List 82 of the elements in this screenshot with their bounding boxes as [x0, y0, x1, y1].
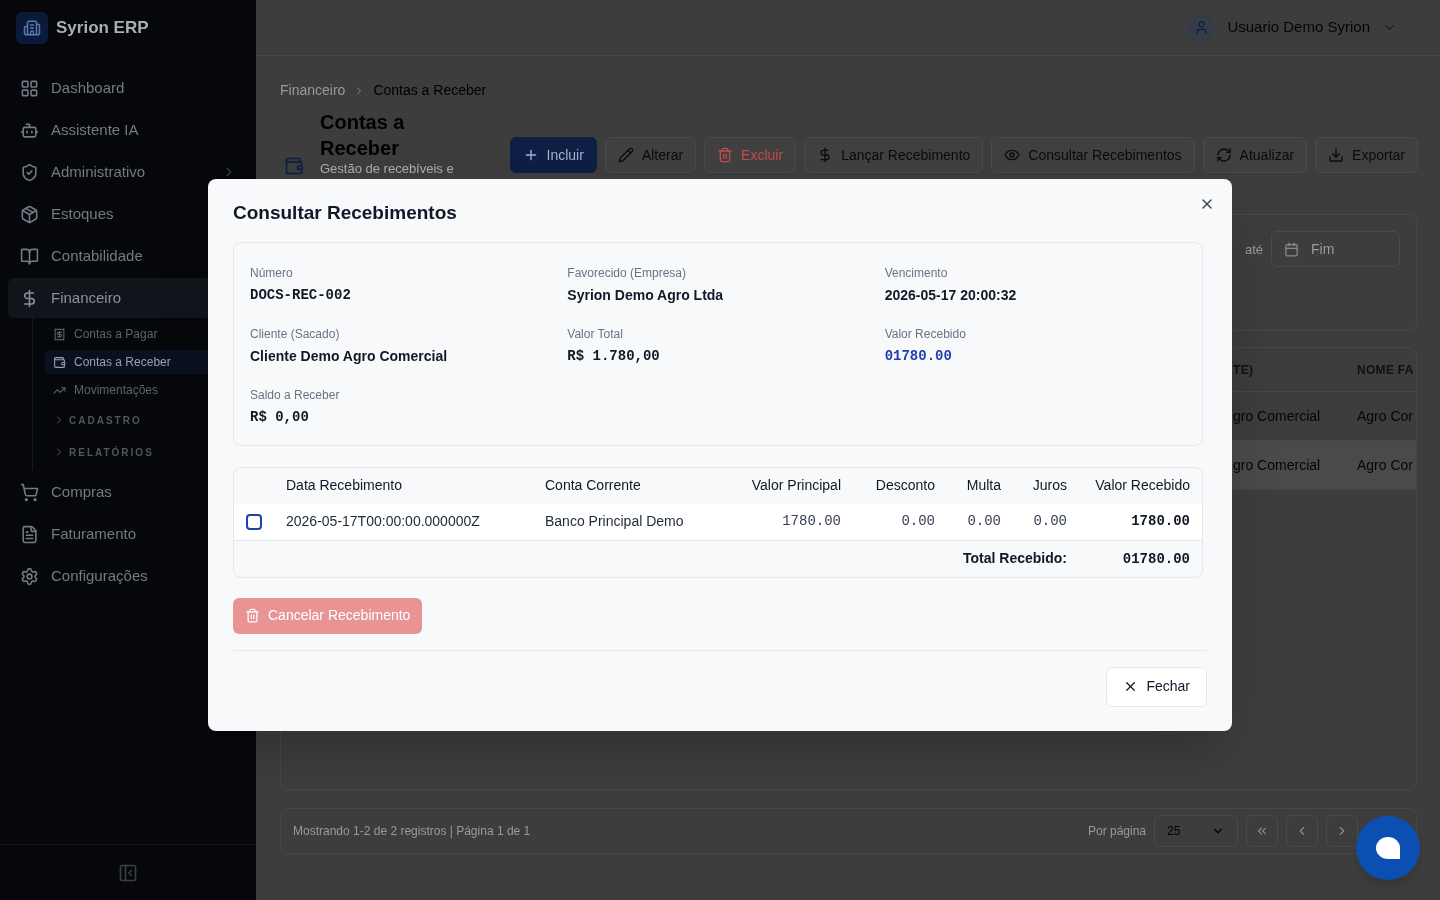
- field-label: Vencimento: [884, 264, 949, 282]
- total-label: Total Recebido:: [963, 550, 1067, 567]
- field-label: Número: [250, 264, 294, 282]
- column-header: Desconto: [841, 467, 935, 504]
- field-value: 01780.00: [884, 346, 953, 366]
- nav-subitem[interactable]: Contas a Pagar: [45, 322, 248, 346]
- first-page-button[interactable]: [1246, 815, 1278, 847]
- table-cell: 0.00: [1001, 503, 1067, 541]
- field-value: Cliente Demo Agro Comercial: [250, 346, 449, 366]
- field-label: Valor Recebido: [884, 325, 967, 343]
- cart-icon: [20, 482, 39, 502]
- breadcrumb-item: Contas a Receber: [373, 81, 487, 100]
- table-cell: 1780.00: [1067, 503, 1202, 541]
- column-header: Multa: [935, 467, 1001, 504]
- chat-bubble-icon: [1376, 837, 1400, 859]
- field-value: Syrion Demo Agro Ltda: [567, 285, 725, 305]
- settings-icon: [20, 566, 39, 586]
- wallet-icon: [284, 156, 304, 176]
- total-value: 01780.00: [1122, 550, 1190, 567]
- trash-icon: [245, 608, 260, 623]
- breadcrumb-item[interactable]: Financeiro: [280, 80, 346, 101]
- per-page-label: Por página: [1087, 823, 1146, 840]
- toolbar-button[interactable]: Incluir: [509, 137, 597, 173]
- page-title: Contas a Receber: [320, 110, 406, 161]
- field-value: R$ 1.780,00: [567, 346, 661, 366]
- table-cell-text: gro Comercial: [1233, 455, 1322, 475]
- table-cell: 0.00: [935, 503, 1001, 541]
- nav-item[interactable]: Administrativo: [8, 152, 248, 192]
- document-icon: [20, 524, 39, 544]
- field-value: DOCS-REC-002: [250, 285, 352, 305]
- field-value: 2026-05-17 20:00:32: [884, 285, 1018, 305]
- user-avatar-icon: [1187, 13, 1216, 42]
- receipt-row[interactable]: 2026-05-17T00:00:00.000000Z Banco Principal Demo 1780.00 0.00 0.00 0.00 1780.00: [234, 503, 1202, 541]
- range-separator: até: [1244, 241, 1263, 259]
- field-label: Valor Total: [567, 325, 624, 343]
- previous-page-button[interactable]: [1286, 815, 1318, 847]
- column-header: Juros: [1001, 467, 1067, 504]
- table-cell-text: Agro Cor: [1357, 406, 1415, 426]
- field-value: R$ 0,00: [250, 407, 310, 427]
- field-label: Saldo a Receber: [250, 386, 341, 404]
- refresh-icon: [1215, 147, 1232, 163]
- box-icon: [20, 204, 39, 224]
- dashboard-icon: [20, 78, 39, 98]
- collapse-sidebar-icon[interactable]: [118, 862, 138, 883]
- pagination-summary: Mostrando 1-2 de 2 registros | Página 1 de 1: [293, 823, 531, 840]
- receipt-icon: [53, 327, 66, 341]
- table-cell: 2026-05-17T00:00:00.000000Z: [286, 503, 545, 541]
- nav-item[interactable]: Configurações: [8, 556, 248, 596]
- table-cell: 0.00: [841, 503, 935, 541]
- brand-name: Syrion ERP: [56, 17, 149, 40]
- end-date-field[interactable]: Fim: [1271, 231, 1400, 267]
- nav-item[interactable]: Assistente IA: [8, 110, 248, 150]
- wallet-icon: [53, 355, 66, 369]
- nav-section[interactable]: CADASTRO: [45, 406, 248, 434]
- close-dialog-button[interactable]: Fechar: [1106, 666, 1207, 707]
- nav-item[interactable]: Contabilidade: [8, 236, 248, 276]
- nav-subitem[interactable]: Movimentações: [45, 378, 248, 402]
- table-cell-text: Agro Cor: [1357, 455, 1415, 475]
- eye-icon: [1004, 147, 1021, 163]
- calendar-icon: [1284, 241, 1299, 257]
- trash-icon: [717, 147, 734, 163]
- column-header: Valor Recebido: [1067, 467, 1202, 504]
- field-label: Favorecido (Empresa): [567, 264, 688, 282]
- logo-icon: [16, 12, 48, 44]
- column-header: Data Recebimento: [286, 467, 545, 504]
- table-cell-text: gro Comercial: [1233, 406, 1322, 426]
- download-icon: [1328, 147, 1345, 163]
- nav-item[interactable]: Dashboard: [8, 68, 248, 108]
- dialog-title: Consultar Recebimentos: [233, 201, 457, 225]
- row-checkbox[interactable]: [246, 513, 262, 530]
- column-header: Conta Corrente: [545, 467, 715, 504]
- shield-icon: [20, 162, 39, 182]
- column-header: Valor Principal: [715, 467, 841, 504]
- field-label: Cliente (Sacado): [250, 325, 341, 343]
- table-cell: 1780.00: [715, 503, 841, 541]
- table-cell: Banco Principal Demo: [545, 503, 715, 541]
- book-icon: [20, 246, 39, 266]
- double-chevron-left-icon: [1255, 824, 1269, 838]
- nav-section[interactable]: RELATÓRIOS: [45, 438, 248, 466]
- pencil-icon: [617, 147, 634, 163]
- toolbar-button[interactable]: Excluir: [704, 137, 797, 173]
- robot-icon: [20, 120, 39, 140]
